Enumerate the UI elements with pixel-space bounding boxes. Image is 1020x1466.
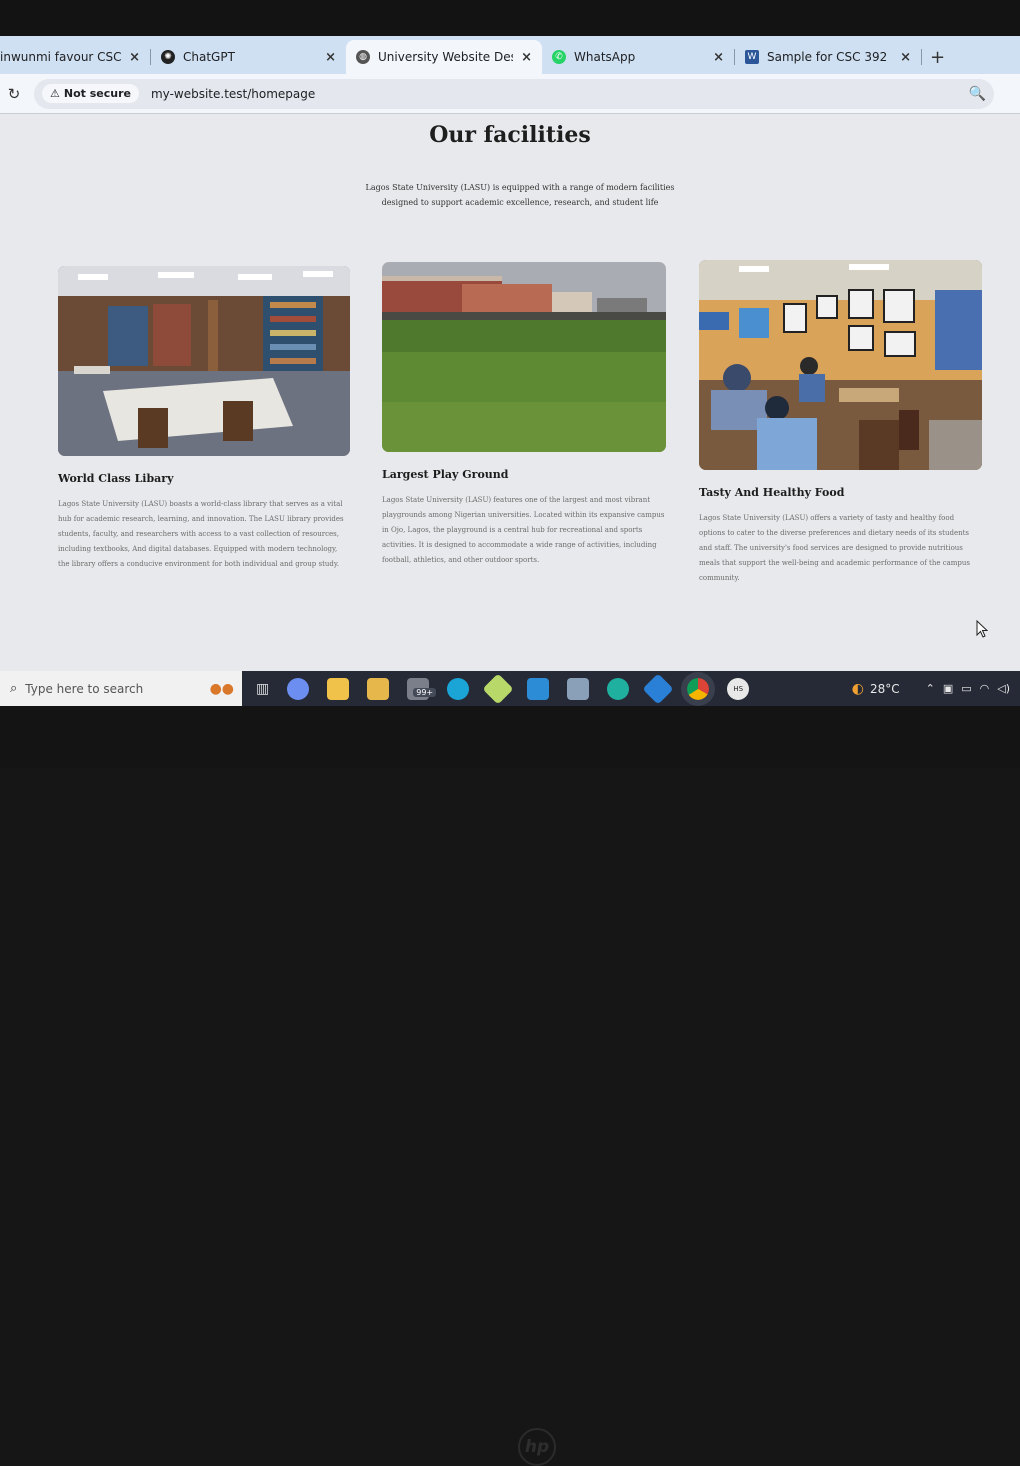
taskbar-search[interactable]: ⌕ Type here to search ●● xyxy=(0,671,242,706)
globe-icon: ◍ xyxy=(356,50,370,64)
laptop-bezel-bottom: hp xyxy=(0,706,1020,1466)
close-icon[interactable]: × xyxy=(129,50,140,65)
facility-title: Tasty And Healthy Food xyxy=(699,486,845,499)
tab-label: inwunmi favour CSC 398 │ xyxy=(0,50,122,64)
app-tray-icon[interactable]: ▣ xyxy=(943,682,953,695)
hs-avatar[interactable]: HS xyxy=(727,677,750,700)
chevron-up-icon[interactable]: ⌃ xyxy=(926,682,935,695)
wifi-icon[interactable]: ◠ xyxy=(980,682,990,695)
facility-description: Lagos State University (LASU) offers a v… xyxy=(699,514,971,582)
mouse-cursor-icon xyxy=(976,620,988,638)
security-label: Not secure xyxy=(63,87,131,100)
screen-bezel-top xyxy=(0,0,1020,36)
app-icon[interactable] xyxy=(567,677,590,700)
facility-card-food: Tasty And Healthy Food Lagos State Unive… xyxy=(699,260,982,586)
file-explorer-icon[interactable] xyxy=(367,677,390,700)
chatgpt-icon: ✺ xyxy=(161,50,175,64)
close-icon[interactable]: × xyxy=(900,50,911,65)
food-court-image xyxy=(699,260,982,470)
tab-label: WhatsApp xyxy=(574,50,636,64)
security-indicator[interactable]: ⚠ Not secure xyxy=(42,84,139,103)
tab-whatsapp[interactable]: ✆ WhatsApp × xyxy=(542,40,734,74)
app-icon[interactable] xyxy=(482,672,514,705)
mail-app-icon[interactable]: 99+ xyxy=(407,677,437,700)
tab-chatgpt[interactable]: ✺ ChatGPT × xyxy=(151,40,346,74)
volume-icon[interactable]: ◁) xyxy=(997,682,1010,695)
system-tray: ⌃ ▣ ▭ ◠ ◁) xyxy=(926,682,1010,695)
tab-university-website-design[interactable]: ◍ University Website Design × xyxy=(346,40,542,74)
hp-logo: hp xyxy=(518,1428,556,1466)
windows-taskbar: ⌕ Type here to search ●● ▥ 99+ HS ◐ 28°C xyxy=(0,671,1020,706)
warning-icon: ⚠ xyxy=(50,87,60,100)
section-intro: Lagos State University (LASU) is equippe… xyxy=(365,183,675,207)
address-bar: ↻ ⚠ Not secure my-website.test/homepage … xyxy=(0,74,1020,114)
omnibox[interactable]: ⚠ Not secure my-website.test/homepage 🔍 xyxy=(34,78,994,109)
close-icon[interactable]: × xyxy=(521,50,532,65)
chrome-icon[interactable] xyxy=(681,671,716,706)
app-icon[interactable] xyxy=(642,672,674,705)
tab-report-favour[interactable]: inwunmi favour CSC 398 │ × xyxy=(0,40,150,74)
weather-icon: ◐ xyxy=(851,680,864,697)
new-tab-button[interactable]: + xyxy=(922,47,953,74)
webpage: Our facilities Lagos State University (L… xyxy=(0,114,1020,671)
facility-card-library: World Class Libary Lagos State Universit… xyxy=(58,266,350,572)
close-icon[interactable]: × xyxy=(713,50,724,65)
section-title: Our facilities xyxy=(429,122,591,148)
vscode-icon[interactable] xyxy=(527,677,550,700)
facility-description: Lagos State University (LASU) features o… xyxy=(382,496,665,564)
word-icon: W xyxy=(745,50,759,64)
playground-image xyxy=(382,262,666,452)
facility-title: Largest Play Ground xyxy=(382,468,509,481)
search-icon: ⌕ xyxy=(10,681,18,696)
library-image xyxy=(58,266,350,456)
whatsapp-icon: ✆ xyxy=(552,50,566,64)
task-view-icon[interactable]: ▥ xyxy=(256,681,269,697)
notification-badge: 99+ xyxy=(413,687,437,697)
close-icon[interactable]: × xyxy=(325,50,336,65)
edge-icon[interactable] xyxy=(447,677,470,700)
facility-title: World Class Libary xyxy=(58,472,174,485)
browser-tab-bar: inwunmi favour CSC 398 │ × ✺ ChatGPT × ◍… xyxy=(0,36,1020,74)
halloween-pumpkin-icon: ●● xyxy=(209,680,234,697)
store-icon[interactable] xyxy=(327,677,350,700)
facility-card-playground: Largest Play Ground Lagos State Universi… xyxy=(382,262,666,568)
reload-icon[interactable]: ↻ xyxy=(0,85,28,103)
url-text[interactable]: my-website.test/homepage xyxy=(151,87,315,101)
zoom-icon[interactable]: 🔍 xyxy=(969,86,986,102)
app-icon[interactable] xyxy=(607,677,630,700)
tab-label: University Website Design xyxy=(378,50,513,64)
copilot-icon[interactable] xyxy=(287,677,310,700)
battery-icon[interactable]: ▭ xyxy=(961,682,971,695)
laptop-screen: inwunmi favour CSC 398 │ × ✺ ChatGPT × ◍… xyxy=(0,36,1020,706)
tab-sample-report[interactable]: W Sample for CSC 392 REPORT × xyxy=(735,40,921,74)
temperature: 28°C xyxy=(869,681,900,696)
tab-label: ChatGPT xyxy=(183,50,235,64)
search-placeholder: Type here to search xyxy=(25,681,144,696)
weather-widget[interactable]: ◐ 28°C xyxy=(852,681,900,697)
pinned-apps: ▥ 99+ HS xyxy=(256,671,750,706)
facility-description: Lagos State University (LASU) boasts a w… xyxy=(58,500,344,568)
tab-label: Sample for CSC 392 REPORT xyxy=(767,50,892,64)
